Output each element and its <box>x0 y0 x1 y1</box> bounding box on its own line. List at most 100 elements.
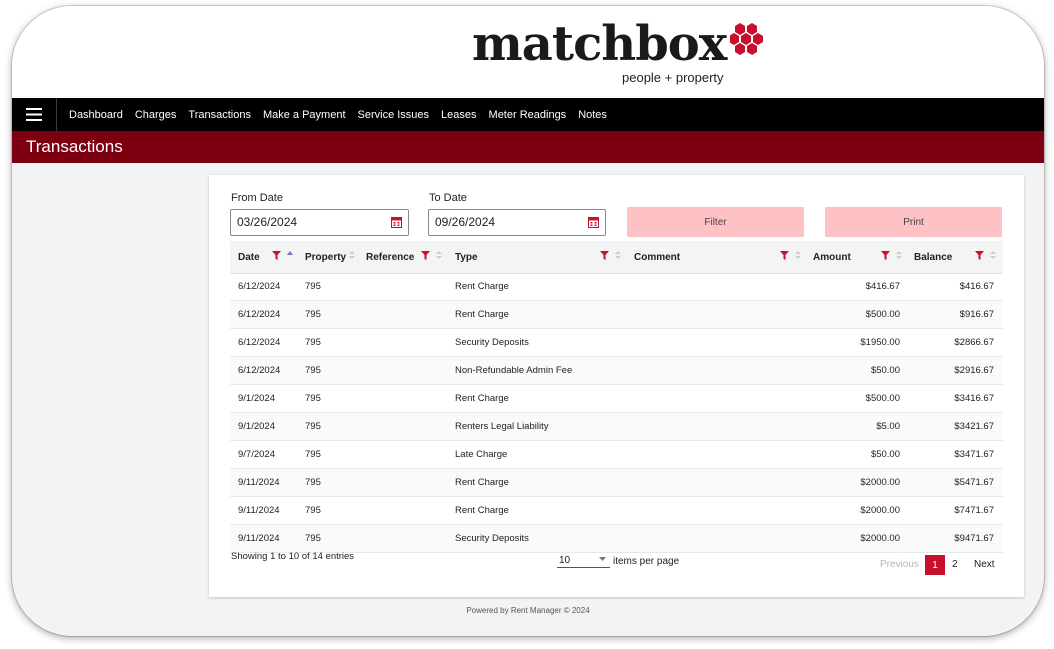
table-row[interactable]: 6/12/2024 795 Rent Charge $500.00 $916.6… <box>230 301 1003 329</box>
nav-item-leases[interactable]: Leases <box>441 109 476 121</box>
filter-icon[interactable] <box>975 251 984 260</box>
cell-balance: $7471.67 <box>954 505 994 516</box>
to-date-input[interactable]: 09/26/2024 <box>428 209 606 236</box>
cell-balance: $2916.67 <box>954 365 994 376</box>
table-row[interactable]: 6/12/2024 795 Rent Charge $416.67 $416.6… <box>230 273 1003 301</box>
cell-property: 795 <box>305 337 321 348</box>
cell-date: 6/12/2024 <box>238 337 281 348</box>
cell-amount: $5.00 <box>876 421 900 432</box>
print-button[interactable]: Print <box>825 207 1002 237</box>
top-navbar: Dashboard Charges Transactions Make a Pa… <box>12 98 1044 131</box>
nav-item-charges[interactable]: Charges <box>135 109 177 121</box>
cell-date: 9/1/2024 <box>238 421 275 432</box>
table-row[interactable]: 9/11/2024 795 Security Deposits $2000.00… <box>230 525 1003 553</box>
column-header-type[interactable]: Type <box>455 241 478 273</box>
filter-icon[interactable] <box>881 251 890 260</box>
column-header-balance[interactable]: Balance <box>914 241 952 273</box>
column-header-property[interactable]: Property <box>305 241 346 273</box>
nav-menu: Dashboard Charges Transactions Make a Pa… <box>69 109 619 121</box>
cell-date: 9/11/2024 <box>238 533 280 544</box>
sort-icon[interactable] <box>896 250 902 260</box>
logo-wordmark: matchbox <box>472 16 727 72</box>
cell-property: 795 <box>305 365 321 376</box>
filter-icon[interactable] <box>780 251 789 260</box>
page-1-button[interactable]: 1 <box>925 555 945 575</box>
page-banner: Transactions <box>12 131 1044 163</box>
table-row[interactable]: 6/12/2024 795 Non-Refundable Admin Fee $… <box>230 357 1003 385</box>
from-date-input[interactable]: 03/26/2024 <box>230 209 409 236</box>
sort-icon[interactable] <box>615 250 621 260</box>
page-size-select[interactable]: 10 <box>557 554 610 568</box>
cell-date: 9/1/2024 <box>238 393 275 404</box>
from-date-label: From Date <box>231 192 283 204</box>
cell-type: Rent Charge <box>455 281 509 292</box>
table-row[interactable]: 9/1/2024 795 Renters Legal Liability $5.… <box>230 413 1003 441</box>
cell-date: 6/12/2024 <box>238 365 281 376</box>
nav-item-meter-readings[interactable]: Meter Readings <box>489 109 567 121</box>
table-header: Date Property Reference Type Comment Amo… <box>230 241 1003 274</box>
sort-icon[interactable] <box>436 250 442 260</box>
cell-property: 795 <box>305 533 321 544</box>
column-header-comment[interactable]: Comment <box>634 241 680 273</box>
cell-balance: $3421.67 <box>954 421 994 432</box>
cell-type: Renters Legal Liability <box>455 421 549 432</box>
cell-amount: $1950.00 <box>860 337 900 348</box>
table-row[interactable]: 9/7/2024 795 Late Charge $50.00 $3471.67 <box>230 441 1003 469</box>
cell-type: Security Deposits <box>455 337 529 348</box>
calendar-icon[interactable] <box>391 216 402 228</box>
cell-type: Rent Charge <box>455 309 509 320</box>
column-header-reference[interactable]: Reference <box>366 241 414 273</box>
sort-ascending-icon[interactable] <box>287 250 293 260</box>
table-row[interactable]: 9/11/2024 795 Rent Charge $2000.00 $5471… <box>230 469 1003 497</box>
items-per-page-label: items per page <box>613 556 680 567</box>
cell-balance: $3416.67 <box>954 393 994 404</box>
calendar-icon[interactable] <box>588 216 599 228</box>
cell-date: 6/12/2024 <box>238 281 281 292</box>
footer: Powered by Rent Manager © 2024 <box>12 606 1044 615</box>
cell-amount: $500.00 <box>865 309 900 320</box>
next-page-button[interactable]: Next <box>974 559 995 570</box>
cell-property: 795 <box>305 309 321 320</box>
app-window: matchbox people + property Dashboard Cha… <box>12 6 1044 636</box>
cell-amount: $2000.00 <box>860 477 900 488</box>
sort-icon[interactable] <box>990 250 996 260</box>
cell-amount: $416.67 <box>865 281 900 292</box>
filter-button[interactable]: Filter <box>627 207 804 237</box>
nav-item-dashboard[interactable]: Dashboard <box>69 109 123 121</box>
cell-property: 795 <box>305 421 321 432</box>
filter-icon[interactable] <box>600 251 609 260</box>
page-2-button[interactable]: 2 <box>952 559 958 570</box>
cell-property: 795 <box>305 281 321 292</box>
table-row[interactable]: 9/1/2024 795 Rent Charge $500.00 $3416.6… <box>230 385 1003 413</box>
cell-property: 795 <box>305 477 321 488</box>
cell-type: Non-Refundable Admin Fee <box>455 365 573 376</box>
cell-date: 9/11/2024 <box>238 477 280 488</box>
nav-item-make-a-payment[interactable]: Make a Payment <box>263 109 346 121</box>
hexagon-logo-icon <box>730 23 763 55</box>
hamburger-lines-icon <box>26 108 42 121</box>
table-row[interactable]: 6/12/2024 795 Security Deposits $1950.00… <box>230 329 1003 357</box>
to-date-label: To Date <box>429 192 467 204</box>
cell-amount: $2000.00 <box>860 533 900 544</box>
nav-item-notes[interactable]: Notes <box>578 109 607 121</box>
to-date-value: 09/26/2024 <box>435 215 496 229</box>
cell-type: Rent Charge <box>455 505 509 516</box>
cell-property: 795 <box>305 393 321 404</box>
cell-type: Security Deposits <box>455 533 529 544</box>
hamburger-menu-icon[interactable] <box>12 98 56 131</box>
cell-amount: $2000.00 <box>860 505 900 516</box>
nav-item-service-issues[interactable]: Service Issues <box>358 109 430 121</box>
nav-item-transactions[interactable]: Transactions <box>188 109 251 121</box>
cell-amount: $50.00 <box>870 365 900 376</box>
previous-page-button[interactable]: Previous <box>880 559 919 570</box>
filter-icon[interactable] <box>272 251 281 260</box>
from-date-value: 03/26/2024 <box>237 215 298 229</box>
transactions-card: From Date 03/26/2024 To Date 09/26/2024 <box>209 175 1024 597</box>
sort-icon[interactable] <box>795 250 801 260</box>
column-header-amount[interactable]: Amount <box>813 241 851 273</box>
sort-icon[interactable] <box>349 250 355 260</box>
column-header-date[interactable]: Date <box>238 241 260 273</box>
cell-date: 9/7/2024 <box>238 449 275 460</box>
table-row[interactable]: 9/11/2024 795 Rent Charge $2000.00 $7471… <box>230 497 1003 525</box>
filter-icon[interactable] <box>421 251 430 260</box>
